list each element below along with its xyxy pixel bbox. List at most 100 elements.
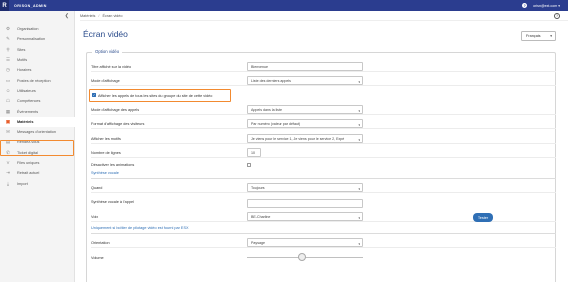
sidebar: ❮ ⚙ Organisation ✎ Personnalisation ⚲ Sites ☰ M… [0,11,75,282]
sidebar-item-label: Import [17,181,28,186]
display-mode-value: Liste des derniers appels [251,78,291,83]
top-bar: R ORISON_ADMIN ? orisn@ext.com ▾ [0,0,568,11]
calendar-icon: ▦ [5,108,11,114]
test-voice-button[interactable]: Tester [473,213,493,222]
sidebar-item-label: Retrait actuel [17,171,40,176]
sidebar-item-rendez-vous[interactable]: ▤ Rendez-vous [0,137,75,147]
sidebar-item-label: Ticket digital [17,150,38,155]
sidebar-item-import[interactable]: ⤓ Import [0,178,75,188]
sidebar-item-postes-de-reception[interactable]: ▭ Postes de réception [0,75,75,85]
sidebar-item-horaires[interactable]: ◷ Horaires [0,65,75,75]
sidebar-item-competences[interactable]: ☖ Compétences [0,96,75,106]
display-mode-select[interactable]: Liste des derniers appels ▾ [247,76,363,85]
clock-icon: ◷ [6,67,10,73]
desk-icon: ▭ [5,77,11,83]
show-all-sites-checkbox[interactable]: ✓ [92,93,96,97]
motives-value: Je viens pour le service 1, Je viens pou… [251,136,345,141]
app-logo[interactable]: R [0,0,9,11]
chevron-down-icon: ▾ [358,241,360,246]
lines-input[interactable]: 10 [247,148,261,157]
divider [91,156,556,157]
sidebar-item-personnalisation[interactable]: ✎ Personnalisation [0,34,75,44]
filter-icon: ⋎ [6,160,10,165]
speech-call-label: Synthèse vocale à l'appel [91,199,134,204]
breadcrumb-item-materiels[interactable]: Matériels [80,14,95,18]
sidebar-item-organisation[interactable]: ⚙ Organisation [0,24,75,34]
sidebar-item-utilisateurs[interactable]: ☺ Utilisateurs [0,86,75,96]
speech-when-select[interactable]: Toujours ▾ [247,183,363,192]
sidebar-item-label: Motifs [17,58,28,63]
exit-icon: ⇥ [6,170,10,176]
title-input[interactable]: Bienvenue [247,62,363,71]
speech-section-heading: Synthèse vocale [91,171,119,175]
orientation-select[interactable]: Paysage ▾ [247,238,363,247]
calls-mode-select[interactable]: Appels dans la liste ▾ [247,105,363,114]
chat-icon: ✉ [6,129,10,135]
chevron-down-icon: ▾ [358,137,360,142]
user-menu[interactable]: orisn@ext.com ▾ [533,4,560,8]
gear-icon: ⚙ [5,26,11,32]
sidebar-item-retrait-actuel[interactable]: ⇥ Retrait actuel [0,168,75,178]
breadcrumb: Matériels / Écran vidéo ? [80,11,568,21]
sidebar-item-ticket-digital[interactable]: ✆ Ticket digital [0,148,75,158]
help-icon[interactable]: ? [554,13,560,19]
sidebar-item-sites[interactable]: ⚲ Sites [0,45,75,55]
sidebar-nav: ⚙ Organisation ✎ Personnalisation ⚲ Sites ☰ Mot… [0,24,75,189]
volume-slider-handle[interactable] [297,253,306,261]
orientation-value: Paysage [251,240,265,245]
users-icon: ☺ [5,88,11,94]
row-animations: Désactiver les animations [91,161,556,169]
visitor-format-select[interactable]: Par numéro (valeur par défaut) ▾ [247,119,363,128]
chevron-down-icon: ▾ [550,34,552,38]
volume-label: Volume [91,255,104,260]
breadcrumb-separator: / [98,13,100,18]
animations-label: Désactiver les animations [91,163,135,167]
voice-value: BE-Charline [251,214,271,219]
top-right-controls: ? orisn@ext.com ▾ [522,0,560,11]
language-select[interactable]: Français ▾ [521,31,556,41]
speech-when-value: Toujours [251,185,265,190]
language-value: Français [526,34,541,38]
import-icon: ⤓ [7,181,9,187]
badge-icon: ☖ [5,98,11,104]
sidebar-item-motifs[interactable]: ☰ Motifs [0,55,75,65]
chevron-down-icon: ▾ [358,108,360,113]
pin-icon: ⚲ [6,46,10,52]
brand-name: ORISON_ADMIN [14,3,47,8]
collapse-sidebar-icon[interactable]: ❮ [65,13,69,19]
sidebar-item-label: Personnalisation [17,37,46,42]
sidebar-item-messages-d-orientation[interactable]: ✉ Messages d'orientation [0,127,75,137]
show-all-sites-label: Afficher les appels de tous les sites du… [98,93,213,98]
help-icon[interactable]: ? [522,3,528,8]
phone-icon: ✆ [6,149,10,155]
breadcrumb-item-ecran-video: Écran vidéo [102,13,123,18]
brush-icon: ✎ [6,36,10,42]
sidebar-item-label: Organisation [17,27,39,32]
disable-animations-checkbox[interactable] [247,163,251,167]
row-lines: Nombre de lignes [91,148,556,157]
visitor-format-value: Par numéro (valeur par défaut) [251,121,301,126]
sidebar-item-label: Postes de réception [17,78,51,83]
monitor-icon: ▣ [5,118,11,124]
calls-mode-value: Appels dans la liste [251,107,282,112]
calendar-check-icon: ▤ [5,139,11,145]
section-divider [91,178,556,179]
page-title: Écran vidéo [83,29,128,39]
sidebar-item-evenements[interactable]: ▦ Événements [0,106,75,116]
sidebar-item-label: Sites [17,47,26,52]
sidebar-item-label: Événements [17,109,39,114]
sidebar-item-label: Horaires [17,68,32,73]
list-icon: ☰ [5,57,11,63]
speech-call-input[interactable] [247,199,363,208]
voice-select[interactable]: BE-Charline ▾ [247,212,363,221]
sidebar-item-label: Compétences [17,99,41,104]
sidebar-item-label: Files uniques [17,161,40,165]
section-divider [91,233,556,234]
panel-legend: Option vidéo [92,49,123,54]
sidebar-item-materiels[interactable]: ▣ Matériels [0,116,75,127]
sidebar-item-files-uniques[interactable]: ⋎ Files uniques [0,158,75,168]
sidebar-item-label: Rendez-vous [17,140,40,145]
chevron-down-icon: ▾ [358,79,360,84]
chevron-down-icon: ▾ [358,215,360,220]
motives-multiselect[interactable]: Je viens pour le service 1, Je viens pou… [247,134,363,143]
